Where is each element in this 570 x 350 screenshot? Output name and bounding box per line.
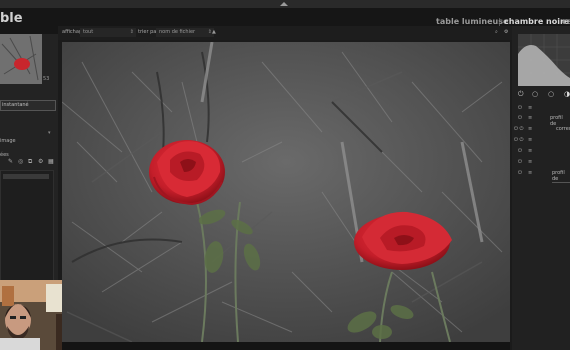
module-row[interactable]: ⏻ ≡ profil de: [512, 169, 570, 182]
view-tab-darkroom[interactable]: chambre noire: [504, 17, 569, 26]
snapshot-field[interactable]: instantané: [0, 100, 56, 111]
sort-select-value: nom de fichier: [159, 29, 196, 35]
sort-select[interactable]: nom de fichier ⇕: [156, 28, 214, 37]
view-separator: |: [498, 17, 501, 26]
search-icon[interactable]: ⌕: [495, 29, 498, 35]
gear-icon[interactable]: ⚙: [504, 29, 508, 35]
module-row[interactable]: ⏻ ≡: [512, 104, 570, 114]
sort-order-icon[interactable]: ▲: [212, 29, 216, 35]
right-panel: ⏻ ○ ○ ◑ ⏻ ≡ ⏻ ≡ profil de ⏻ ⏻ ≡ correc ⏻…: [512, 26, 570, 350]
navigation-thumbnail[interactable]: [0, 34, 42, 84]
preset-icon[interactable]: ≡: [528, 115, 532, 121]
preset-icon[interactable]: ≡: [528, 105, 532, 111]
history-label: image: [0, 138, 16, 144]
history-list[interactable]: [0, 170, 54, 282]
module-row[interactable]: ⏻ ⏻ ≡: [512, 136, 570, 146]
preset-icon[interactable]: ≡: [528, 170, 532, 176]
pencil-icon[interactable]: ✎: [8, 158, 13, 165]
circle-icon[interactable]: ◎: [18, 158, 23, 165]
image-toolbar: affichage tout ⇕ trier par nom de fichie…: [58, 26, 512, 40]
snapshot-label: instantané: [2, 102, 29, 108]
view-tab-partial[interactable]: ca: [562, 17, 570, 26]
thumbnail-rose: [14, 58, 30, 70]
preset-icon[interactable]: ≡: [528, 148, 532, 154]
copy-icon[interactable]: ⧉: [28, 158, 32, 166]
power-icon[interactable]: ⏻: [518, 170, 522, 176]
power-icon[interactable]: ⏻: [518, 90, 524, 99]
histogram-graph: [518, 34, 570, 86]
histogram[interactable]: [518, 34, 570, 86]
display-select[interactable]: tout ⇕: [80, 28, 136, 37]
module-row[interactable]: ⏻ ≡: [512, 158, 570, 168]
power-icon[interactable]: ⏻: [518, 159, 522, 165]
preset-icon[interactable]: ≡: [528, 159, 532, 165]
power-icon[interactable]: ⏻: [518, 115, 522, 121]
select-arrows-icon: ⇕: [129, 29, 134, 35]
power-icon[interactable]: ⏻ ⏻: [514, 126, 524, 132]
module-group-icons: ⏻ ○ ○ ◑: [518, 90, 570, 100]
preset-icon[interactable]: ≡: [528, 137, 532, 143]
module-label: correc: [556, 126, 570, 132]
left-panel: 53 instantané ▾ image ées ✎ ◎ ⧉ ⚙ ▦: [0, 34, 58, 282]
module-row[interactable]: ⏻ ≡: [512, 147, 570, 157]
display-select-value: tout: [83, 29, 94, 35]
app-logo: ble: [0, 11, 23, 26]
rose-photo: [62, 42, 510, 342]
top-border: [0, 0, 570, 8]
collapse-top-arrow-icon[interactable]: [280, 2, 288, 6]
filmstrip-strip: [62, 342, 510, 350]
module-row[interactable]: ⏻ ⏻ ≡ correc: [512, 125, 570, 135]
main-image[interactable]: [62, 42, 510, 342]
preset-icon[interactable]: ≡: [528, 126, 532, 132]
circle-icon[interactable]: ○: [548, 90, 554, 98]
expand-icon[interactable]: ▾: [48, 130, 51, 136]
divider: [552, 182, 570, 183]
power-icon[interactable]: ⏻ ⏻: [514, 137, 524, 143]
left-icon-bar: ✎ ◎ ⧉ ⚙ ▦: [0, 157, 58, 167]
grid-icon[interactable]: ▦: [48, 158, 54, 165]
module-label: profil de: [552, 170, 565, 182]
half-circle-icon[interactable]: ◑: [564, 90, 570, 98]
zoom-level[interactable]: 53: [43, 76, 49, 82]
module-row[interactable]: ⏻ ≡ profil de: [512, 114, 570, 127]
circle-icon[interactable]: ○: [532, 90, 538, 98]
history-item[interactable]: [3, 174, 49, 179]
power-icon[interactable]: ⏻: [518, 105, 522, 111]
gear-icon[interactable]: ⚙: [38, 158, 43, 165]
power-icon[interactable]: ⏻: [518, 148, 522, 154]
